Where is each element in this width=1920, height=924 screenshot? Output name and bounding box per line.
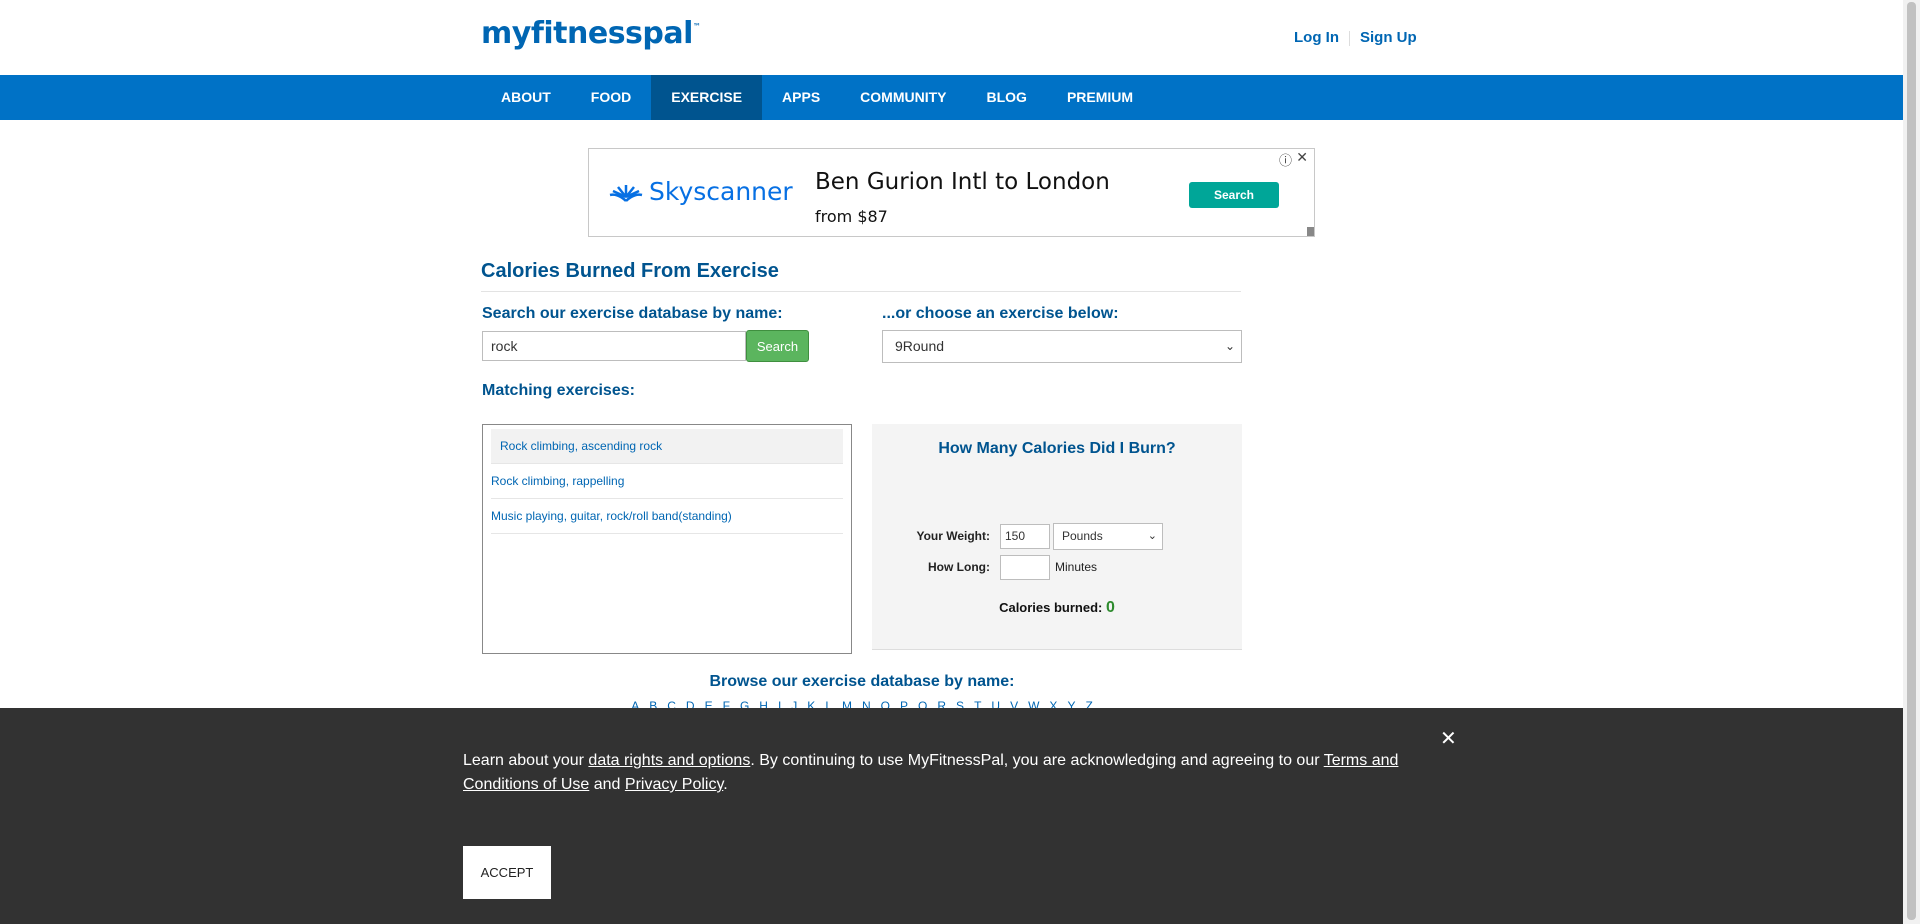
- accept-button[interactable]: ACCEPT: [463, 846, 551, 899]
- info-icon[interactable]: ⓘ: [1279, 150, 1292, 169]
- chevron-down-icon: ⌄: [1224, 339, 1235, 353]
- cookie-banner: ✕ Learn about your data rights and optio…: [0, 708, 1903, 924]
- ad-banner[interactable]: Skyscanner Ben Gurion Intl to London fro…: [588, 148, 1315, 237]
- list-item[interactable]: Rock climbing, rappelling: [491, 464, 843, 499]
- ad-corner-marker: [1307, 227, 1314, 236]
- nav-about[interactable]: ABOUT: [481, 75, 571, 120]
- skyscanner-logo-icon: [609, 185, 643, 202]
- duration-input[interactable]: [1000, 555, 1050, 580]
- privacy-policy-link[interactable]: Privacy Policy: [625, 776, 723, 793]
- list-item[interactable]: Music playing, guitar, rock/roll band(st…: [491, 499, 843, 534]
- cookie-text-part: .: [723, 776, 728, 793]
- scrollbar[interactable]: [1903, 0, 1920, 924]
- matching-label: Matching exercises:: [482, 382, 635, 399]
- calorie-calculator: How Many Calories Did I Burn? Your Weigh…: [872, 424, 1242, 650]
- ad-brand-panel: Skyscanner: [589, 149, 799, 236]
- cookie-text-part: . By continuing to use MyFitnessPal, you…: [750, 752, 1324, 769]
- browse-label: Browse our exercise database by name:: [709, 673, 1015, 690]
- nav-apps[interactable]: APPS: [762, 75, 840, 120]
- close-icon[interactable]: ✕: [1440, 726, 1457, 751]
- exercise-search-input[interactable]: [482, 331, 746, 361]
- ad-search-button[interactable]: Search: [1189, 182, 1279, 208]
- login-link[interactable]: Log In: [1294, 29, 1339, 46]
- weight-unit-select[interactable]: Pounds ⌄: [1053, 523, 1163, 550]
- duration-label: How Long:: [928, 560, 990, 574]
- chevron-down-icon: ⌄: [1147, 530, 1157, 542]
- auth-links: Log In Sign Up: [1294, 29, 1903, 46]
- exercise-select-value: 9Round: [895, 338, 945, 354]
- minutes-label: Minutes: [1055, 560, 1098, 574]
- calories-burned-label: Calories burned:: [999, 600, 1103, 615]
- ad-price: from $87: [815, 207, 888, 226]
- exercise-select[interactable]: 9Round ⌄: [882, 330, 1242, 363]
- nav-food[interactable]: FOOD: [571, 75, 651, 120]
- cookie-text-part: and: [589, 776, 625, 793]
- auth-divider: [1349, 30, 1350, 46]
- main-nav: ABOUT FOOD EXERCISE APPS COMMUNITY BLOG …: [0, 75, 1903, 120]
- weight-input[interactable]: 150: [1000, 524, 1050, 549]
- nav-community[interactable]: COMMUNITY: [840, 75, 966, 120]
- logo-trademark: ™: [692, 22, 701, 31]
- nav-premium[interactable]: PREMIUM: [1047, 75, 1153, 120]
- close-icon[interactable]: ✕: [1296, 149, 1308, 166]
- scrollbar-thumb[interactable]: [1907, 2, 1916, 920]
- nav-blog[interactable]: BLOG: [967, 75, 1047, 120]
- weight-unit-value: Pounds: [1062, 529, 1103, 543]
- logo[interactable]: myfitnesspal™: [481, 16, 701, 51]
- weight-label: Your Weight:: [916, 529, 990, 543]
- matching-exercises-list[interactable]: Rock climbing, ascending rock Rock climb…: [482, 424, 852, 654]
- signup-link[interactable]: Sign Up: [1360, 29, 1417, 46]
- choose-label: ...or choose an exercise below:: [882, 305, 1119, 322]
- calculator-title: How Many Calories Did I Burn?: [938, 440, 1176, 457]
- list-item[interactable]: Rock climbing, ascending rock: [491, 429, 843, 464]
- logo-text: myfitnesspal: [481, 16, 693, 51]
- site-header: myfitnesspal™ Log In Sign Up: [0, 0, 1903, 75]
- search-button[interactable]: Search: [746, 330, 809, 362]
- nav-exercise[interactable]: EXERCISE: [651, 75, 763, 120]
- ad-brand: Skyscanner: [609, 177, 793, 206]
- page-title: Calories Burned From Exercise: [481, 260, 1241, 292]
- ad-title: Ben Gurion Intl to London: [815, 169, 1110, 195]
- calories-burned-value: 0: [1106, 599, 1115, 616]
- data-rights-link[interactable]: data rights and options: [588, 752, 750, 769]
- search-label: Search our exercise database by name:: [482, 305, 783, 322]
- cookie-text: Learn about your data rights and options…: [463, 749, 1423, 797]
- cookie-text-part: Learn about your: [463, 752, 589, 769]
- ad-brand-name: Skyscanner: [649, 177, 793, 206]
- calories-burned: Calories burned: 0: [872, 599, 1242, 617]
